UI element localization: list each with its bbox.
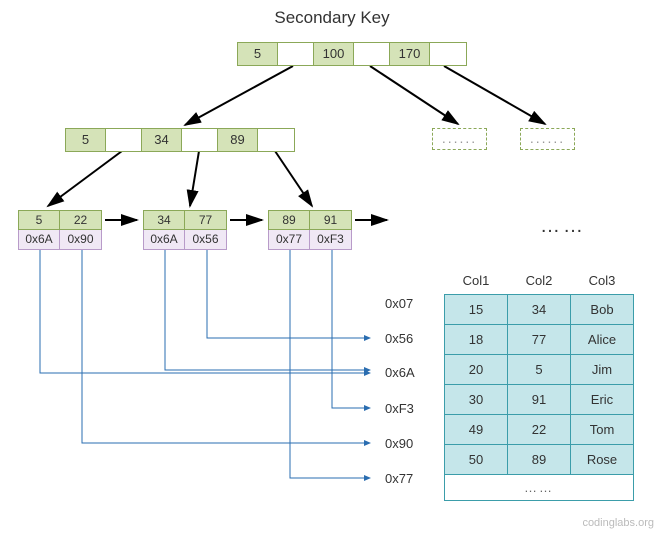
table-header: Col2 bbox=[508, 268, 571, 294]
leaf-key: 89 bbox=[268, 210, 310, 230]
table-row: 4922Tom bbox=[445, 414, 634, 444]
table-cell: 91 bbox=[508, 384, 571, 414]
leaf-key: 91 bbox=[310, 210, 352, 230]
node-key: 5 bbox=[66, 129, 106, 151]
leaf-key: 34 bbox=[143, 210, 185, 230]
table-cell: Rose bbox=[571, 444, 634, 474]
heap-address: 0x56 bbox=[385, 331, 413, 346]
leaf-pointer: 0x6A bbox=[143, 230, 185, 250]
leaf-pointer: 0x90 bbox=[60, 230, 102, 250]
table-cell: 34 bbox=[508, 294, 571, 324]
table-cell: 15 bbox=[445, 294, 508, 324]
node-pointer bbox=[106, 129, 142, 151]
node-pointer bbox=[182, 129, 218, 151]
node-pointer bbox=[258, 129, 294, 151]
table-cell: 30 bbox=[445, 384, 508, 414]
tree-internal-node: 5 34 89 bbox=[65, 128, 295, 152]
leaf-pointer: 0x77 bbox=[268, 230, 310, 250]
table-cell: 49 bbox=[445, 414, 508, 444]
table-cell: 89 bbox=[508, 444, 571, 474]
table-cell: 20 bbox=[445, 354, 508, 384]
tree-leaf-node: 3477 0x6A0x56 bbox=[143, 210, 227, 250]
table-footer-ellipsis: …… bbox=[445, 474, 634, 500]
tree-leaf-node: 522 0x6A0x90 bbox=[18, 210, 102, 250]
tree-root-node: 5 100 170 bbox=[237, 42, 467, 66]
heap-address: 0x6A bbox=[385, 365, 415, 380]
table-cell: Alice bbox=[571, 324, 634, 354]
heap-address: 0xF3 bbox=[385, 401, 414, 416]
diagram-title: Secondary Key bbox=[274, 8, 389, 28]
heap-address: 0x90 bbox=[385, 436, 413, 451]
leaf-pointer: 0x56 bbox=[185, 230, 227, 250]
table-header: Col1 bbox=[445, 268, 508, 294]
table-cell: 18 bbox=[445, 324, 508, 354]
watermark-text: codinglabs.org bbox=[582, 517, 654, 529]
heap-address: 0x77 bbox=[385, 471, 413, 486]
table-cell: Bob bbox=[571, 294, 634, 324]
table-cell: Tom bbox=[571, 414, 634, 444]
table-row: 1534Bob bbox=[445, 294, 634, 324]
node-key: 5 bbox=[238, 43, 278, 65]
table-cell: 22 bbox=[508, 414, 571, 444]
table-cell: Eric bbox=[571, 384, 634, 414]
leaf-key: 22 bbox=[60, 210, 102, 230]
node-key: 89 bbox=[218, 129, 258, 151]
leaf-pointer: 0x6A bbox=[18, 230, 60, 250]
data-table: Col1 Col2 Col3 1534Bob 1877Alice 205Jim … bbox=[444, 268, 634, 501]
table-row: 1877Alice bbox=[445, 324, 634, 354]
table-cell: 77 bbox=[508, 324, 571, 354]
table-cell: 5 bbox=[508, 354, 571, 384]
table-row: 205Jim bbox=[445, 354, 634, 384]
table-cell: Jim bbox=[571, 354, 634, 384]
node-key: 100 bbox=[314, 43, 354, 65]
tree-leaf-node: 8991 0x770xF3 bbox=[268, 210, 352, 250]
leaf-key: 5 bbox=[18, 210, 60, 230]
table-cell: 50 bbox=[445, 444, 508, 474]
node-pointer bbox=[430, 43, 466, 65]
node-key: 170 bbox=[390, 43, 430, 65]
node-key: 34 bbox=[142, 129, 182, 151]
leaf-pointer: 0xF3 bbox=[310, 230, 352, 250]
tree-node-placeholder: ...... bbox=[432, 128, 487, 150]
tree-node-placeholder: ...... bbox=[520, 128, 575, 150]
table-row: 5089Rose bbox=[445, 444, 634, 474]
node-pointer bbox=[278, 43, 314, 65]
table-header: Col3 bbox=[571, 268, 634, 294]
node-pointer bbox=[354, 43, 390, 65]
table-row: 3091Eric bbox=[445, 384, 634, 414]
ellipsis-text: …… bbox=[540, 215, 586, 238]
heap-address: 0x07 bbox=[385, 296, 413, 311]
leaf-key: 77 bbox=[185, 210, 227, 230]
